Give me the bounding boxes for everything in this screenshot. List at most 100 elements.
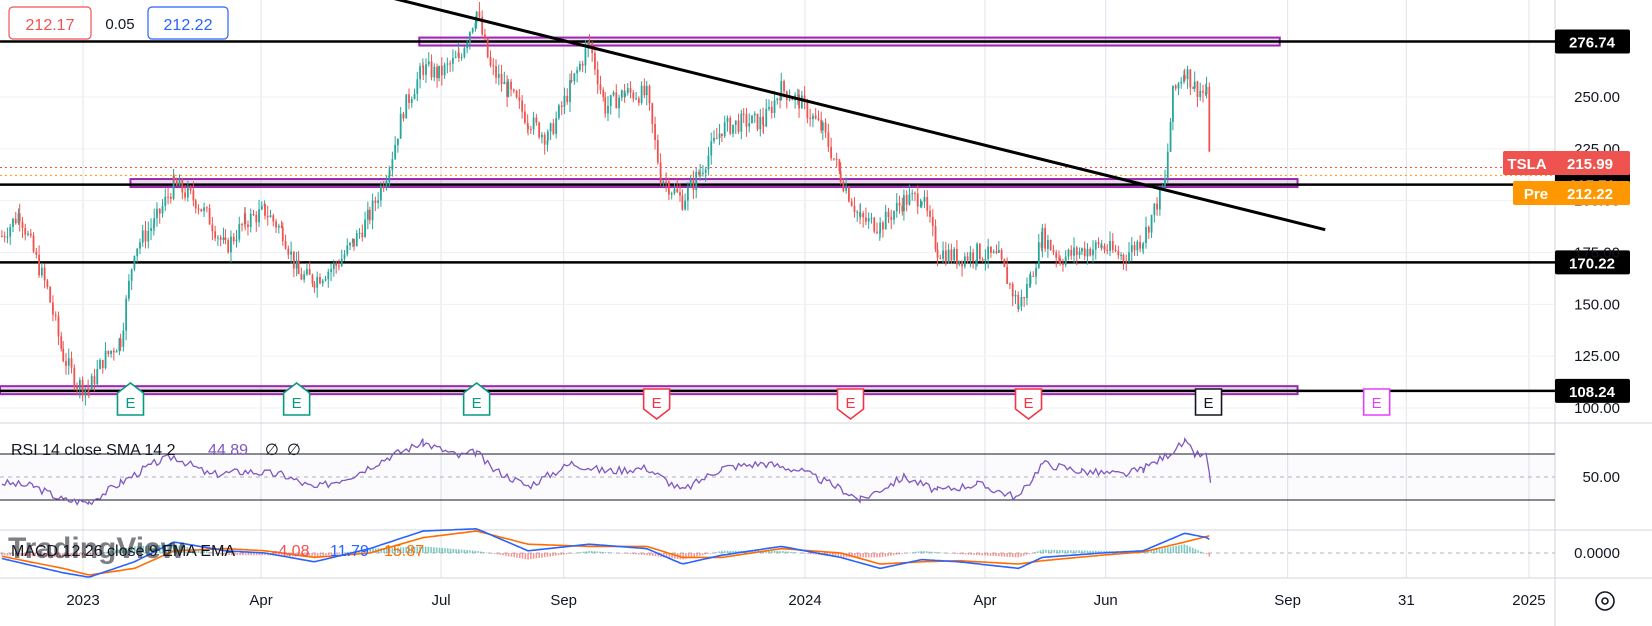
macd-histogram-bar <box>939 552 942 553</box>
trendline[interactable] <box>348 0 1326 232</box>
candle-body <box>704 169 707 173</box>
candle-body <box>1081 248 1083 252</box>
candle-body <box>78 380 81 389</box>
candle-body <box>992 251 995 253</box>
macd-histogram-bar <box>319 553 322 557</box>
candle-body <box>887 211 890 218</box>
candle-body <box>382 185 385 188</box>
candle-body <box>732 124 734 134</box>
candle-body <box>316 276 319 288</box>
candle-body <box>24 228 27 235</box>
candle-body <box>178 179 181 186</box>
candle-body <box>882 222 884 230</box>
candle-body <box>1196 81 1199 98</box>
candle-body <box>1006 266 1009 284</box>
settings-gear-icon[interactable] <box>1595 591 1615 611</box>
macd-histogram-bar <box>718 551 720 553</box>
candle-body <box>1059 258 1062 264</box>
candle-body <box>379 185 382 201</box>
macd-histogram-bar <box>1072 550 1075 553</box>
macd-histogram-bar <box>458 549 460 553</box>
candle-body <box>686 187 689 201</box>
candle-body <box>469 32 471 43</box>
macd-histogram-bar <box>1025 553 1028 555</box>
candle-body <box>1177 83 1180 89</box>
candle-body <box>756 113 759 130</box>
candle-body <box>486 37 489 58</box>
candle-body <box>879 222 882 233</box>
candle-body <box>6 236 9 238</box>
candle-body <box>1049 240 1052 251</box>
candle-body <box>1092 249 1094 256</box>
macd-histogram-bar <box>1039 550 1042 553</box>
candle-body <box>29 233 32 236</box>
macd-histogram-bar <box>242 553 244 556</box>
macd-histogram-bar <box>698 553 701 556</box>
macd-histogram-bar <box>715 552 718 553</box>
candle-body <box>104 350 107 369</box>
trend-layer[interactable] <box>348 0 1326 232</box>
candle-body <box>340 258 343 266</box>
macd-histogram-bar <box>588 550 590 553</box>
macd-histogram-bar <box>901 553 903 554</box>
candle-body <box>929 210 931 217</box>
candle-body <box>1083 248 1086 257</box>
candle-body <box>503 81 506 85</box>
candle-body <box>914 193 916 195</box>
candle-body <box>916 193 919 207</box>
macd-histogram-bar <box>244 553 247 556</box>
macd-histogram-bar <box>1186 545 1188 553</box>
candle-body <box>313 283 316 288</box>
candle-body <box>1202 90 1204 93</box>
macd-histogram-bar <box>1056 549 1058 553</box>
macd-histogram-bar <box>518 553 521 559</box>
x-tick-label: 2023 <box>66 592 99 609</box>
candle-body <box>662 181 665 184</box>
macd-histogram-bar <box>532 553 535 559</box>
candle-body <box>1111 241 1114 250</box>
candle-body <box>175 180 178 186</box>
macd-histogram-bar <box>471 550 474 553</box>
macd-histogram-bar <box>934 551 936 553</box>
candle-body <box>119 338 122 347</box>
macd-histogram-bar <box>920 550 923 553</box>
candle-body <box>244 213 247 225</box>
candle-body <box>107 350 110 354</box>
macd-histogram-bar <box>566 553 568 555</box>
premarket-price: 212.22 <box>1567 186 1613 203</box>
macd-histogram-bar <box>1053 549 1056 553</box>
candle-body <box>950 249 953 261</box>
candle-body <box>252 213 255 215</box>
candle-body <box>535 117 538 123</box>
macd-histogram-bar <box>1042 549 1044 553</box>
candle-body <box>295 260 298 269</box>
macd-histogram-bar <box>1067 550 1069 553</box>
candle-body <box>346 245 349 255</box>
candle-body <box>399 113 402 139</box>
candle-body <box>76 386 78 389</box>
candle-body <box>1199 90 1202 98</box>
candle-body <box>65 361 67 366</box>
macd-histogram-bar <box>970 553 972 555</box>
candle-body <box>527 126 529 130</box>
macd-histogram-bar <box>1003 553 1006 557</box>
candle-body <box>408 94 410 103</box>
candle-body <box>308 269 311 275</box>
candle-body <box>546 131 549 141</box>
candle-body <box>1122 254 1125 261</box>
macd-histogram-bar <box>1036 551 1039 553</box>
candle-body <box>966 256 969 261</box>
macd-histogram-bar <box>784 551 787 553</box>
candle-body <box>555 118 558 134</box>
candle-body <box>454 56 457 58</box>
earnings-marker-label: E <box>845 395 855 412</box>
candle-body <box>1120 254 1122 256</box>
macd-histogram-bar <box>956 553 959 554</box>
macd-histogram-bar <box>618 553 621 554</box>
candle-body <box>492 65 495 67</box>
macd-histogram-bar <box>787 551 790 553</box>
tsla-chart[interactable]: 276.74207.71170.22108.24 EEEEEEEE 50.00 … <box>0 0 1652 626</box>
y-tick-label: 250.00 <box>1574 89 1620 106</box>
candle-body <box>990 246 992 253</box>
candle-body <box>1147 226 1150 233</box>
